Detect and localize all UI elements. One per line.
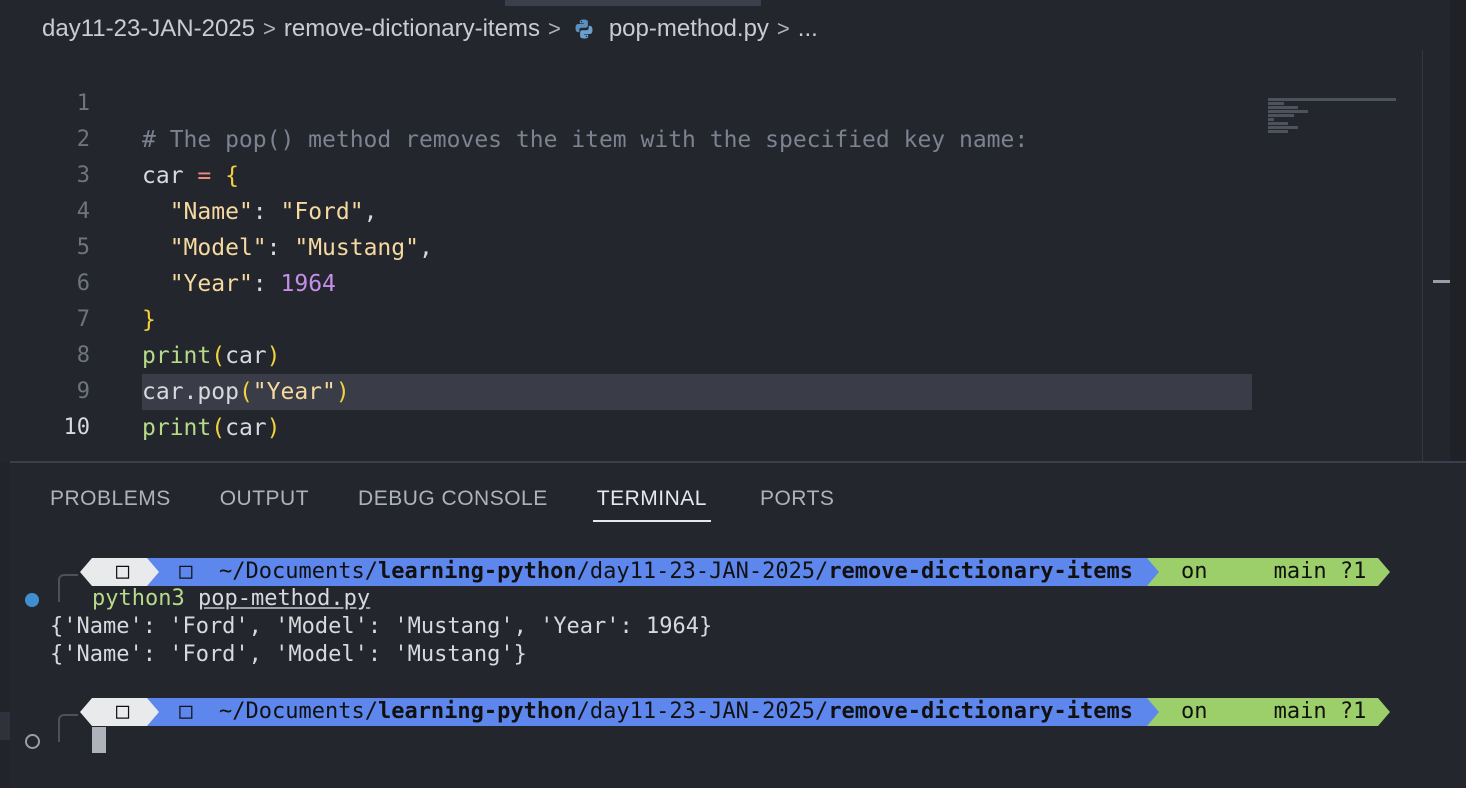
dir-prefix: ~/Documents/: [219, 559, 378, 584]
prompt-cap: [80, 558, 92, 586]
prompt-arrow: [1378, 698, 1391, 726]
code-text: car = {: [142, 163, 239, 189]
panel-tabs: PROBLEMS OUTPUT DEBUG CONSOLE TERMINAL P…: [50, 484, 883, 522]
active-tab-indicator: [505, 0, 761, 6]
terminal-line-marker: [0, 712, 10, 740]
code-line: 5 "Year": 1964: [10, 194, 336, 297]
code-text: "Year": 1964: [169, 271, 336, 297]
prompt-connector: [58, 574, 78, 602]
python-file-icon: [575, 19, 593, 39]
prompt-arrow: [147, 698, 160, 726]
terminal-cursor: [92, 727, 106, 753]
breadcrumb-subfolder[interactable]: remove-dictionary-items: [284, 15, 540, 43]
prompt-arrow: [147, 558, 160, 586]
breadcrumb-file[interactable]: pop-method.py: [609, 15, 769, 43]
code-line: 9 print(car): [10, 338, 281, 441]
code-text: # The pop() method removes the item with…: [142, 127, 1029, 153]
prompt-arrow: [1378, 558, 1391, 586]
prompt-connector: [58, 714, 78, 742]
folder-icon: □: [179, 699, 193, 724]
apple-icon: □: [92, 698, 148, 726]
apple-icon: □: [92, 558, 148, 586]
command-line: python3 pop-method.py: [92, 586, 370, 611]
terminal-output: {'Name': 'Ford', 'Model': 'Mustang'}: [50, 642, 527, 667]
terminal-output: {'Name': 'Ford', 'Model': 'Mustang', 'Ye…: [50, 614, 713, 639]
dir-bold: learning-python: [377, 699, 577, 724]
prompt-git-status: on main ?1: [1158, 698, 1379, 726]
code-line: 8 car.pop("Year"): [10, 302, 350, 405]
dir-bold: remove-dictionary-items: [828, 559, 1133, 584]
code-editor[interactable]: 1 # The pop() method removes the item wi…: [10, 50, 1460, 462]
breadcrumb-folder[interactable]: day11-23-JAN-2025: [42, 15, 255, 43]
breadcrumb: day11-23-JAN-2025 > remove-dictionary-it…: [42, 14, 818, 44]
code-text: print(car): [142, 415, 281, 441]
editor-scrollbar[interactable]: [1450, 0, 1466, 462]
code-line: 1 # The pop() method removes the item wi…: [10, 50, 1028, 153]
tab-debug-console[interactable]: DEBUG CONSOLE: [358, 484, 548, 520]
prompt-git-status: on main ?1: [1158, 558, 1379, 586]
line-number: 10: [63, 415, 91, 440]
code-text: car.pop("Year"): [142, 379, 350, 405]
code-line: 2 car = {: [10, 86, 239, 189]
command-status-dot[interactable]: [25, 734, 40, 749]
command-program: python3: [92, 586, 185, 611]
code-text: "Model": "Mustang",: [169, 235, 433, 261]
code-line: 3 "Name": "Ford",: [10, 122, 378, 225]
dir-bold: learning-python: [377, 559, 577, 584]
folder-icon: □: [179, 559, 193, 584]
chevron-right-icon: >: [547, 16, 561, 41]
prompt-cap: [80, 698, 92, 726]
prompt-arrow: [1146, 698, 1159, 726]
command-status-dot[interactable]: [25, 593, 39, 607]
tab-problems[interactable]: PROBLEMS: [50, 484, 171, 520]
command-file-link[interactable]: pop-method.py: [198, 586, 370, 611]
dir-mid: /day11-23-JAN-2025/: [576, 699, 829, 724]
minimap[interactable]: [1268, 98, 1408, 138]
dir-mid: /day11-23-JAN-2025/: [576, 559, 829, 584]
code-line: 7 print(car): [10, 266, 281, 369]
terminal-prompt: □ □ ~/Documents/learning-python/day11-23…: [80, 698, 1391, 726]
code-text: "Name": "Ford",: [169, 199, 378, 225]
terminal-prompt: □ □ ~/Documents/learning-python/day11-23…: [80, 558, 1391, 586]
dir-bold: remove-dictionary-items: [828, 699, 1133, 724]
code-text: print(car): [142, 343, 281, 369]
dir-prefix: ~/Documents/: [219, 699, 378, 724]
chevron-right-icon: >: [776, 16, 790, 41]
chevron-right-icon: >: [263, 16, 276, 41]
overview-ruler: [1422, 50, 1423, 462]
breadcrumb-more[interactable]: ...: [798, 15, 818, 43]
prompt-arrow: [1146, 558, 1159, 586]
code-line-active: 10: [10, 374, 91, 440]
prompt-directory: □ ~/Documents/learning-python/day11-23-J…: [159, 558, 1147, 586]
tab-ports[interactable]: PORTS: [760, 484, 834, 520]
code-line: 6 }: [10, 230, 156, 333]
prompt-directory: □ ~/Documents/learning-python/day11-23-J…: [159, 698, 1147, 726]
panel-divider[interactable]: [10, 461, 1466, 463]
code-text: }: [142, 307, 156, 333]
code-line: 4 "Model": "Mustang",: [10, 158, 433, 261]
tab-output[interactable]: OUTPUT: [220, 484, 309, 520]
tab-terminal[interactable]: TERMINAL: [592, 484, 711, 522]
